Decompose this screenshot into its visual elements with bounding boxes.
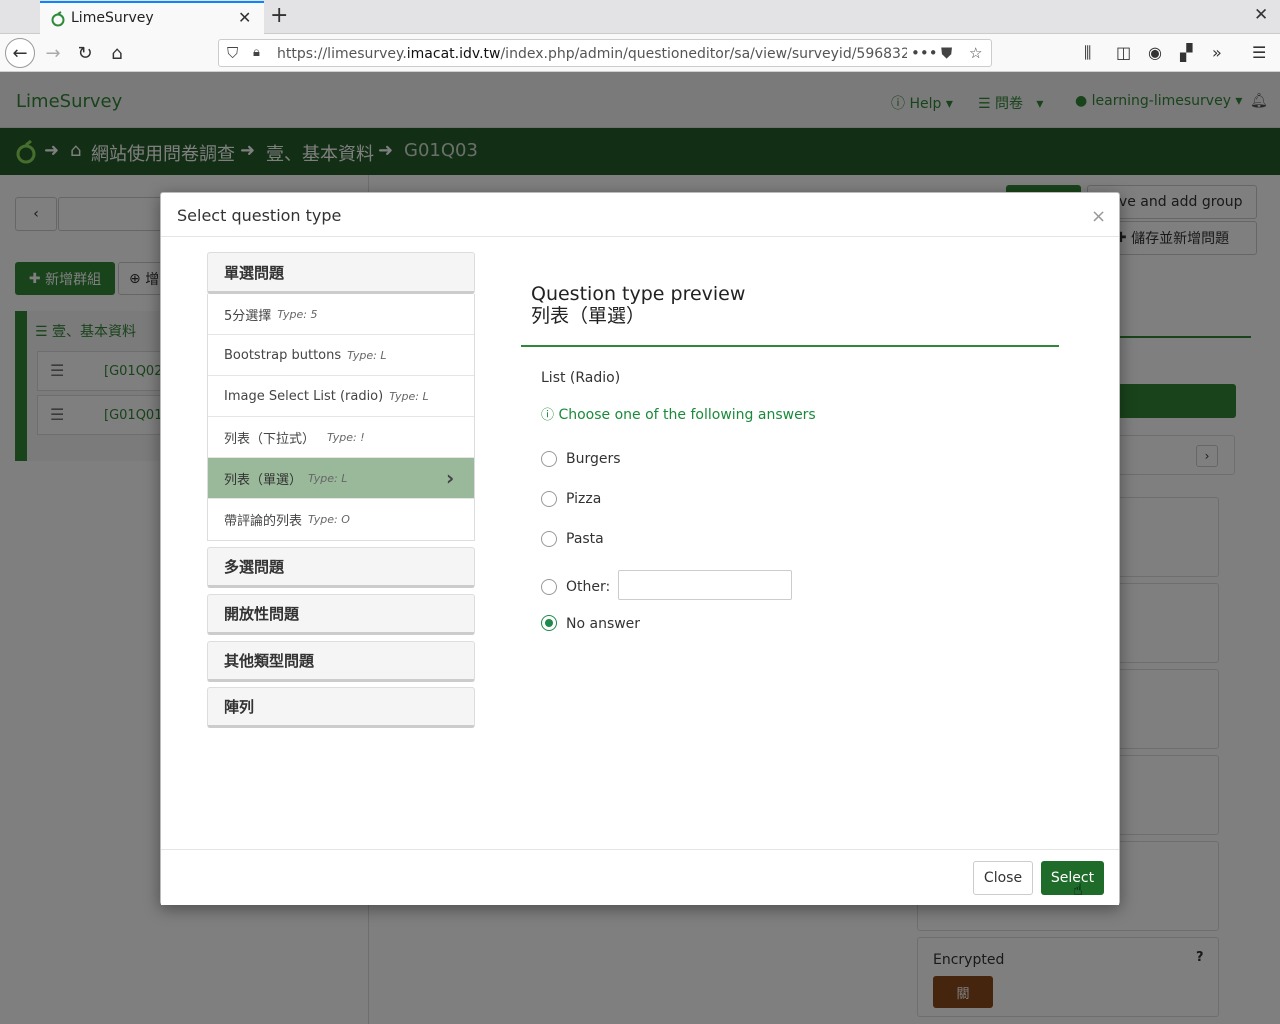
preview-help-text: ⓘ Choose one of the following answers [541, 404, 816, 423]
select-question-type-dialog: Select question type × 單選問題 5分選擇 Type: 5 … [160, 192, 1120, 905]
list-item[interactable]: 帶評論的列表 Type: O [208, 499, 474, 540]
list-item[interactable]: Bootstrap buttons Type: L [208, 335, 474, 376]
other-text-input[interactable] [618, 570, 792, 600]
preview-title: Question type preview [531, 283, 746, 305]
extensions-icon[interactable]: ▞ [1180, 43, 1192, 62]
dialog-title: Select question type [177, 206, 342, 225]
preview-divider [521, 345, 1059, 347]
help-text: Choose one of the following answers [558, 407, 816, 423]
item-type: Type: 5 [277, 307, 318, 321]
option-label: Pasta [566, 531, 604, 547]
item-type: Type: L [347, 348, 387, 362]
list-item-selected[interactable]: 列表（單選） Type: L › [208, 458, 474, 499]
bookmark-star-icon[interactable]: ☆ [969, 44, 982, 62]
item-type: Type: O [308, 513, 350, 526]
browser-tab-bar: LimeSurvey ✕ + ✕ [0, 0, 1280, 34]
item-label: 帶評論的列表 [224, 514, 303, 529]
group-text[interactable]: 開放性問題 [207, 594, 475, 635]
dialog-footer: Close Select ☝ [161, 849, 1119, 905]
info-icon: ⓘ [541, 408, 555, 423]
radio-burgers[interactable] [541, 451, 557, 467]
close-button[interactable]: Close [973, 861, 1033, 895]
item-type: Type: L [389, 389, 429, 403]
group-single-choice[interactable]: 單選問題 [207, 252, 475, 294]
dialog-header: Select question type × [161, 193, 1119, 237]
list-item[interactable]: Image Select List (radio) Type: L [208, 376, 474, 417]
forward-icon[interactable]: → [36, 34, 70, 72]
radio-pasta[interactable] [541, 531, 557, 547]
preview-heading: Question type preview 列表（單選） [531, 283, 745, 327]
url-bar[interactable]: ⛉ 🔒︎ https://limesurvey.imacat.idv.tw/in… [218, 39, 992, 67]
limesurvey-favicon-icon [51, 11, 65, 27]
radio-other[interactable] [541, 579, 557, 595]
item-label: 5分選擇 [224, 308, 272, 324]
shield-icon[interactable]: ⛉ [227, 44, 238, 62]
browser-nav-bar: ← → ↻ ⌂ ⛉ 🔒︎ https://limesurvey.imacat.i… [0, 34, 1280, 72]
url-text: https://limesurvey.imacat.idv.tw/index.p… [277, 46, 907, 62]
group-multiple-choice[interactable]: 多選問題 [207, 547, 475, 588]
question-type-list: 5分選擇 Type: 5 Bootstrap buttons Type: L Ima… [207, 294, 475, 541]
chevron-right-icon: › [446, 466, 455, 490]
item-label: 列表（單選） [224, 472, 303, 488]
radio-pizza[interactable] [541, 491, 557, 507]
overflow-icon[interactable]: » [1212, 43, 1222, 62]
list-item[interactable]: 5分選擇 Type: 5 [208, 294, 474, 335]
option-label: No answer [566, 616, 641, 632]
tab-close-icon[interactable]: ✕ [238, 8, 251, 27]
item-type: Type: ! [327, 430, 365, 444]
more-icon[interactable]: ••• [911, 44, 938, 62]
option-label: Pizza [566, 491, 602, 507]
window-close-icon[interactable]: ✕ [1254, 5, 1268, 25]
new-tab-icon[interactable]: + [270, 3, 288, 28]
pocket-icon[interactable]: ⛊ [941, 44, 952, 62]
library-icon[interactable]: ⫼ [1084, 43, 1091, 63]
account-icon[interactable]: ◉ [1148, 43, 1162, 62]
back-button[interactable]: ← [3, 34, 37, 72]
group-other[interactable]: 其他類型問題 [207, 641, 475, 682]
option-label: Burgers [566, 451, 621, 467]
menu-icon[interactable]: ☰ [1252, 43, 1266, 62]
tab-title: LimeSurvey [71, 10, 154, 26]
sidebar-icon[interactable]: ◫ [1116, 43, 1131, 62]
preview-subtitle: 列表（單選） [531, 305, 646, 327]
lock-icon: 🔒︎ [253, 45, 260, 60]
browser-tab[interactable]: LimeSurvey ✕ [40, 1, 264, 34]
reload-icon[interactable]: ↻ [68, 34, 102, 72]
item-type: Type: L [308, 471, 348, 485]
preview-question-title: List (Radio) [541, 370, 621, 386]
item-label: Bootstrap buttons [224, 347, 342, 363]
close-icon[interactable]: × [1091, 206, 1106, 227]
item-label: Image Select List (radio) [224, 388, 384, 404]
radio-no-answer[interactable] [541, 615, 557, 631]
item-label: 列表（下拉式） [224, 431, 316, 447]
back-arrow-icon: ← [5, 38, 35, 68]
group-array[interactable]: 陣列 [207, 687, 475, 728]
list-item[interactable]: 列表（下拉式） Type: ! [208, 417, 474, 458]
mouse-cursor-icon: ☝ [1073, 880, 1083, 899]
home-icon[interactable]: ⌂ [100, 34, 134, 72]
option-label: Other: [566, 579, 611, 595]
